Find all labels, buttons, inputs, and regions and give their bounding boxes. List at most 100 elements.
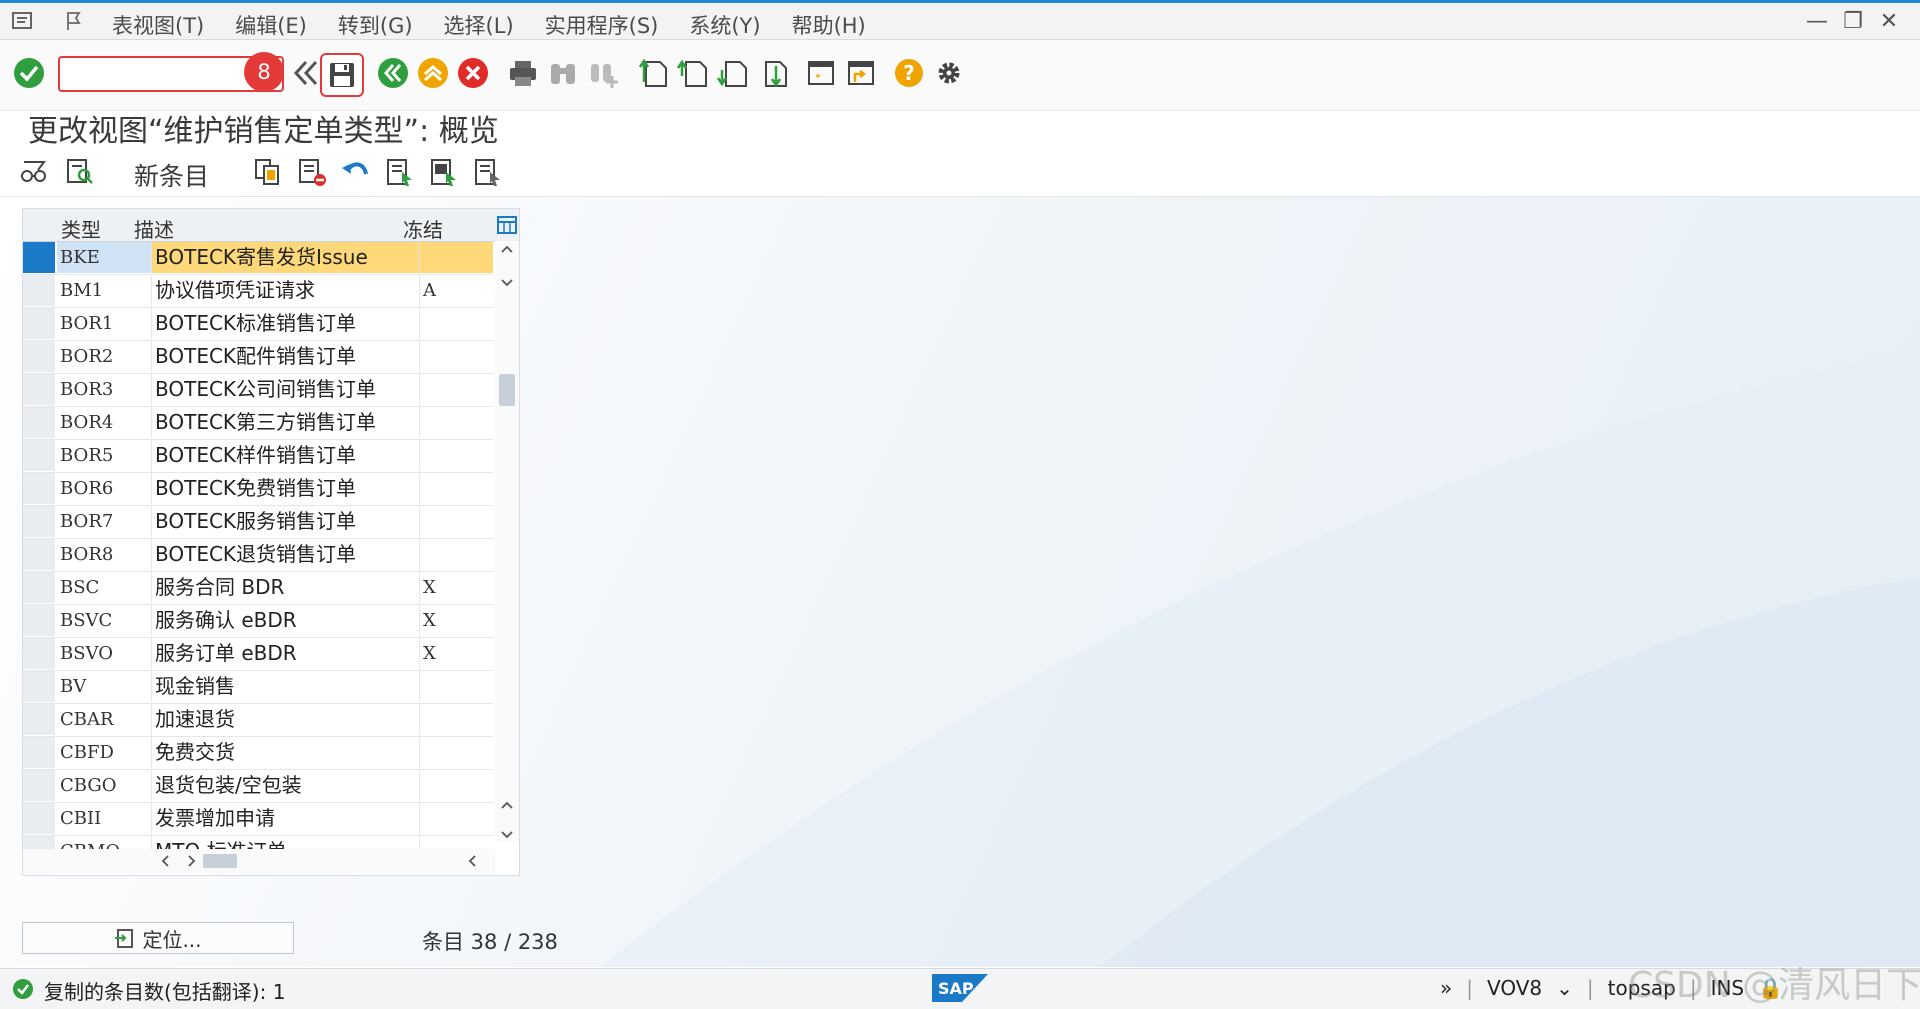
select-all-icon[interactable] xyxy=(384,156,416,188)
previous-page-icon[interactable] xyxy=(676,56,710,90)
table-settings-button[interactable] xyxy=(495,209,519,241)
cell-description[interactable]: 协议借项凭证请求 xyxy=(152,275,420,306)
row-selector[interactable] xyxy=(23,770,55,801)
row-selector[interactable] xyxy=(23,704,55,735)
cell-type[interactable]: BOR4 xyxy=(57,407,152,438)
menu-system[interactable]: 系统(Y) xyxy=(689,10,760,40)
minimize-icon[interactable]: — xyxy=(1806,9,1828,34)
cell-frozen[interactable] xyxy=(420,341,493,372)
row-selector[interactable] xyxy=(23,605,55,636)
row-selector[interactable] xyxy=(23,737,55,768)
table-row[interactable]: BOR2 BOTECK配件销售订单 xyxy=(23,341,493,374)
cell-type[interactable]: BOR3 xyxy=(57,374,152,405)
table-row[interactable]: BOR4 BOTECK第三方销售订单 xyxy=(23,407,493,440)
vertical-scrollbar[interactable] xyxy=(495,242,519,842)
gear-icon[interactable] xyxy=(932,56,966,90)
cell-description[interactable]: 加速退货 xyxy=(152,704,420,735)
new-session-icon[interactable] xyxy=(804,56,838,90)
row-selector[interactable] xyxy=(23,440,55,471)
cell-type[interactable]: BSVC xyxy=(57,605,152,636)
cell-description[interactable]: 退货包装/空包装 xyxy=(152,770,420,801)
row-selector[interactable] xyxy=(23,341,55,372)
cell-frozen[interactable] xyxy=(420,374,493,405)
table-row[interactable]: CBFD 免费交货 xyxy=(23,737,493,770)
cell-frozen[interactable] xyxy=(420,242,493,273)
horizontal-scrollbar[interactable] xyxy=(23,849,503,873)
table-row[interactable]: CBGO 退货包装/空包装 xyxy=(23,770,493,803)
sap-gui-flag-icon[interactable] xyxy=(62,9,88,33)
display-change-glasses-icon[interactable] xyxy=(18,156,50,188)
column-header-type[interactable]: 类型 xyxy=(61,214,101,243)
row-selector[interactable] xyxy=(23,275,55,306)
cell-frozen[interactable] xyxy=(420,506,493,537)
cell-frozen[interactable] xyxy=(420,473,493,504)
cell-frozen[interactable] xyxy=(420,440,493,471)
cell-description[interactable]: BOTECK寄售发货Issue xyxy=(152,242,420,273)
back-icon[interactable] xyxy=(376,56,410,90)
transaction-code[interactable]: VOV8 xyxy=(1487,976,1542,1000)
cell-type[interactable]: BOR1 xyxy=(57,308,152,339)
first-page-icon[interactable] xyxy=(636,56,670,90)
help-icon[interactable]: ? xyxy=(892,56,926,90)
restore-icon[interactable]: ❐ xyxy=(1842,9,1864,34)
cell-frozen[interactable]: X xyxy=(420,605,493,636)
table-row[interactable]: BSC 服务合同 BDR X xyxy=(23,572,493,605)
generate-shortcut-icon[interactable] xyxy=(844,56,878,90)
cancel-icon[interactable] xyxy=(456,56,490,90)
cell-type[interactable]: CBFD xyxy=(57,737,152,768)
cell-description[interactable]: BOTECK公司间销售订单 xyxy=(152,374,420,405)
cell-frozen[interactable]: X xyxy=(420,638,493,669)
table-row[interactable]: BSVO 服务订单 eBDR X xyxy=(23,638,493,671)
chevron-down-icon[interactable]: ⌄ xyxy=(1556,976,1573,1000)
cell-description[interactable]: BOTECK样件销售订单 xyxy=(152,440,420,471)
cell-type[interactable]: BOR6 xyxy=(57,473,152,504)
enter-checkmark-icon[interactable] xyxy=(12,56,46,90)
cell-frozen[interactable] xyxy=(420,770,493,801)
undo-icon[interactable] xyxy=(340,156,372,188)
cell-type[interactable]: BOR8 xyxy=(57,539,152,570)
menu-edit[interactable]: 编辑(E) xyxy=(235,10,307,40)
row-selector[interactable] xyxy=(23,242,55,273)
cell-description[interactable]: 免费交货 xyxy=(152,737,420,768)
cell-description[interactable]: 服务确认 eBDR xyxy=(152,605,420,636)
menu-help[interactable]: 帮助(H) xyxy=(792,10,866,40)
cell-type[interactable]: BSC xyxy=(57,572,152,603)
cell-description[interactable]: BOTECK服务销售订单 xyxy=(152,506,420,537)
deselect-all-icon[interactable] xyxy=(472,156,504,188)
cell-description[interactable]: 发票增加申请 xyxy=(152,803,420,834)
position-button[interactable]: 定位... xyxy=(22,922,294,954)
cell-type[interactable]: CBGO xyxy=(57,770,152,801)
cell-frozen[interactable] xyxy=(420,308,493,339)
status-message[interactable]: 复制的条目数(包括翻译): 1 xyxy=(44,976,285,1005)
delete-icon[interactable] xyxy=(296,156,328,188)
table-row[interactable]: CBAR 加速退货 xyxy=(23,704,493,737)
menu-table-view[interactable]: 表视图(T) xyxy=(112,10,204,40)
choose-detail-icon[interactable] xyxy=(64,156,96,188)
find-binoculars-icon[interactable] xyxy=(546,56,580,90)
double-chevron-left-icon[interactable] xyxy=(288,56,322,90)
row-selector[interactable] xyxy=(23,539,55,570)
table-row[interactable]: CBII 发票增加申请 xyxy=(23,803,493,836)
next-page-icon[interactable] xyxy=(716,56,750,90)
cell-frozen[interactable] xyxy=(420,737,493,768)
new-entries-button[interactable]: 新条目 xyxy=(134,157,209,193)
row-selector[interactable] xyxy=(23,803,55,834)
cell-type[interactable]: BSVO xyxy=(57,638,152,669)
exit-up-icon[interactable] xyxy=(416,56,450,90)
cell-type[interactable]: BOR7 xyxy=(57,506,152,537)
cell-frozen[interactable]: A xyxy=(420,275,493,306)
menu-goto[interactable]: 转到(G) xyxy=(338,10,413,40)
cell-description[interactable]: 服务订单 eBDR xyxy=(152,638,420,669)
table-row[interactable]: BOR3 BOTECK公司间销售订单 xyxy=(23,374,493,407)
row-selector[interactable] xyxy=(23,506,55,537)
cell-type[interactable]: CBAR xyxy=(57,704,152,735)
row-selector[interactable] xyxy=(23,407,55,438)
menu-icon[interactable] xyxy=(10,9,36,33)
last-page-icon[interactable] xyxy=(756,56,790,90)
table-row[interactable]: BM1 协议借项凭证请求 A xyxy=(23,275,493,308)
column-header-frozen[interactable]: 冻结 xyxy=(403,214,443,243)
cell-type[interactable]: CBII xyxy=(57,803,152,834)
cell-frozen[interactable] xyxy=(420,704,493,735)
table-row[interactable]: BV 现金销售 xyxy=(23,671,493,704)
print-icon[interactable] xyxy=(506,56,540,90)
